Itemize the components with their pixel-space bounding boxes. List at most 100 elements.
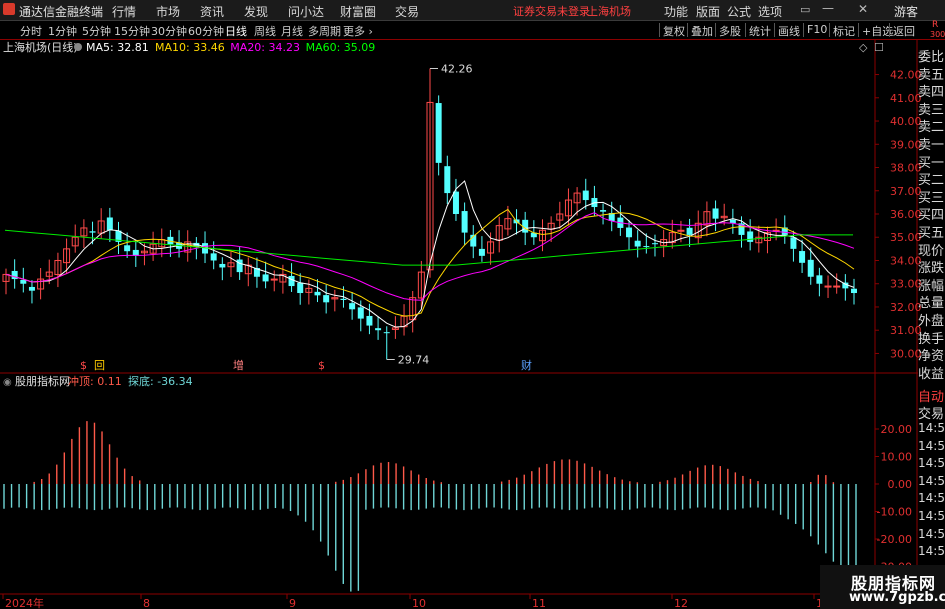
diamond-icon: ◇ (859, 41, 868, 54)
candle-body-down (28, 286, 35, 291)
y-tick-label: 39.00 (890, 138, 922, 151)
x-axis-label: 9 (289, 597, 296, 609)
y-tick-label: 33.00 (890, 278, 922, 291)
trade-label[interactable]: 交易 (918, 403, 945, 422)
period-tab[interactable]: 30分钟 (151, 23, 187, 39)
y-tick-label: 32.00 (890, 301, 922, 314)
y-tick-label: 40.00 (890, 115, 922, 128)
quote-label: 外盘 (918, 314, 945, 329)
toolbar-button[interactable]: 叠加 (691, 23, 713, 39)
tick-time: 14:56 (918, 421, 945, 435)
period-tab[interactable]: 15分钟 (114, 23, 150, 39)
candle-body-down (452, 191, 459, 214)
login-notice[interactable]: 证券交易未登录 (513, 3, 590, 19)
tick-time: 14:56 (918, 456, 945, 471)
menu-item[interactable]: 资讯 (200, 3, 224, 20)
quote-label: 净资 (918, 349, 945, 365)
period-tab[interactable]: 1分钟 (48, 23, 77, 39)
toolbar-separator (715, 23, 716, 37)
period-tab[interactable]: 60分钟 (188, 23, 224, 39)
toolbar-button[interactable]: F10 (807, 23, 827, 36)
candle-body-up (270, 278, 278, 281)
quote-label: 收益 (918, 366, 945, 382)
ind-y-label: 0.00 (888, 478, 913, 491)
period-tab[interactable]: 更多 › (343, 23, 373, 39)
app-logo-icon (3, 3, 15, 15)
menu-item[interactable]: 交易 (395, 3, 419, 20)
candle-body-down (314, 291, 321, 296)
candle-body-down (435, 103, 442, 163)
toolbar-button[interactable]: 返回 (893, 23, 915, 39)
right-menu-item[interactable]: 选项 (758, 3, 782, 20)
menu-item[interactable]: 行情 (112, 3, 136, 20)
period-tab[interactable]: 分时 (20, 23, 42, 39)
ind-y-label: 10.00 (881, 451, 913, 464)
menu-item[interactable]: 财富圈 (340, 3, 376, 20)
toolbar-button[interactable]: 多股 (719, 23, 741, 39)
period-tab[interactable]: 周线 (254, 23, 276, 39)
quote-label: 卖五 (918, 67, 945, 83)
r-tag: R (932, 20, 939, 30)
period-bar: 分时 1分钟 5分钟 15分钟 30分钟 60分钟 日线 周线 月线 多周期 更多 › 复权 叠加 多股… (0, 21, 945, 40)
quote-label: 买二 (918, 173, 945, 189)
kline-chart[interactable]: 上海机场(日线) MA5: 32.81 MA10: 33.46 MA20: 34.23… (0, 39, 945, 609)
menu-item[interactable]: 问小达 (288, 3, 324, 20)
quote-label: 总量 (918, 296, 945, 312)
window-close-icon[interactable]: ✕ (858, 2, 868, 16)
toolbar-separator (829, 23, 830, 37)
event-marker: $ (80, 359, 87, 372)
y-tick-label: 37.00 (890, 185, 922, 198)
candle-body-down (478, 248, 485, 256)
tick-time: 14:56 (918, 544, 945, 559)
event-marker: 回 (94, 359, 105, 372)
candle-body-down (349, 303, 356, 310)
window-min-icon[interactable]: ▭ (800, 3, 810, 16)
quote-label: 买三 (918, 190, 945, 206)
candle-body-down (106, 217, 113, 231)
ma60-line (4, 229, 853, 266)
candle-body-down (582, 190, 589, 201)
candle-body-down (851, 288, 857, 294)
candle-body-down (89, 231, 96, 233)
guest-label[interactable]: 游客 (894, 3, 918, 20)
toolbar-button[interactable]: 统计 (749, 23, 771, 39)
toolbar-separator (774, 23, 775, 37)
candle-body-down (600, 210, 607, 212)
x-axis-label: 8 (143, 597, 150, 609)
period-tab[interactable]: 5分钟 (82, 23, 111, 39)
candle-body-down (444, 166, 451, 194)
menu-item[interactable]: 市场 (156, 3, 180, 20)
event-marker: 财 (521, 358, 532, 372)
toolbar-button[interactable]: 复权 (663, 23, 685, 39)
candle-body-down (383, 332, 390, 334)
candle-body-up (677, 229, 685, 232)
period-tab[interactable]: 日线 (225, 23, 247, 39)
quote-label: 买一 (918, 155, 945, 171)
ma-legend: MA5: 32.81 (86, 41, 149, 54)
event-marker: 增 (233, 358, 244, 372)
y-tick-label: 30.00 (890, 347, 922, 360)
right-menu-item[interactable]: 功能 (664, 3, 688, 20)
toolbar-button[interactable]: 画线 (778, 23, 800, 39)
menu-item[interactable]: 发现 (244, 3, 268, 20)
high-label: 42.26 (441, 63, 473, 76)
candle-body-down (807, 259, 814, 277)
y-tick-label: 34.00 (890, 254, 922, 267)
watermark-url: www.7gpzb.com (849, 590, 945, 605)
tick-time: 14:56 (918, 526, 945, 541)
x-axis-label: 11 (532, 597, 546, 609)
candle-body-up (833, 285, 841, 288)
window-min-icon2[interactable]: — (822, 1, 834, 15)
candle-body-down (651, 243, 658, 245)
period-tab[interactable]: 多周期 (308, 23, 341, 39)
period-tab[interactable]: 月线 (281, 23, 303, 39)
event-marker: $ (318, 359, 325, 372)
toolbar-separator (659, 23, 660, 37)
app-title: 通达信金融终端 (19, 5, 104, 19)
right-menu-item[interactable]: 版面 (696, 3, 720, 20)
right-menu-item[interactable]: 公式 (727, 3, 751, 20)
chart-title: 上海机场(日线) (3, 40, 78, 54)
toolbar-button[interactable]: 标记 (833, 23, 855, 39)
tick-time: 14:56 (918, 509, 945, 523)
box-icon: ☐ (874, 41, 884, 54)
